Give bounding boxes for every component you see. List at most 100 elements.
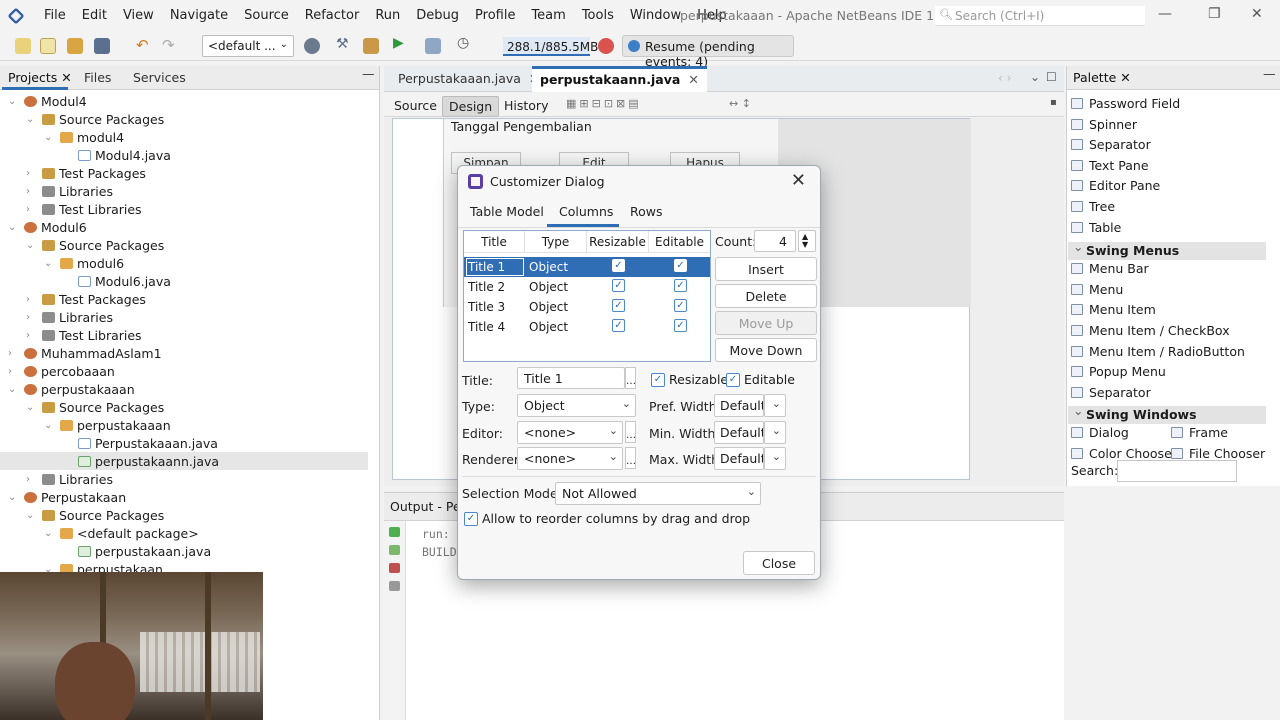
tab-palette[interactable]: Palette ✕: [1073, 70, 1131, 85]
collapsed-chevron-icon[interactable]: ›: [26, 168, 38, 179]
tab-design[interactable]: Design: [442, 96, 500, 117]
editor-select[interactable]: <none> ⌄: [517, 421, 623, 444]
column-header-title[interactable]: Title: [464, 231, 525, 253]
expanded-chevron-icon[interactable]: ⌄: [26, 114, 38, 125]
tree-node[interactable]: › Libraries: [0, 470, 368, 488]
column-title-cell[interactable]: Title 1: [468, 260, 505, 274]
renderer-more-button[interactable]: …: [625, 447, 636, 469]
tree-node[interactable]: › Libraries: [0, 182, 368, 200]
max-width-input[interactable]: Default: [714, 447, 764, 470]
run-icon[interactable]: ▶: [393, 35, 409, 51]
resizable-cell-checkbox[interactable]: ✓: [612, 299, 625, 312]
menu-source[interactable]: Source: [236, 8, 297, 23]
more-tools-icon[interactable]: ▪: [1050, 97, 1057, 108]
column-row[interactable]: Title 4 Object ✓ ✓: [464, 317, 710, 337]
menu-view[interactable]: View: [115, 8, 162, 23]
palette-item-popup-menu[interactable]: Popup Menu: [1071, 364, 1166, 379]
save-all-icon[interactable]: [94, 38, 110, 54]
tree-node[interactable]: ⌄ Perpustakaan: [0, 488, 368, 506]
gc-icon[interactable]: [598, 38, 614, 54]
column-type-cell[interactable]: Object: [529, 260, 568, 274]
tree-node[interactable]: › Test Libraries: [0, 326, 368, 344]
title-input[interactable]: Title 1: [517, 367, 625, 389]
expanded-chevron-icon[interactable]: ⌄: [44, 258, 56, 269]
palette-item-menu-item-radiobutton[interactable]: Menu Item / RadioButton: [1071, 344, 1245, 359]
maximize-editor-icon[interactable]: ☐: [1046, 70, 1057, 84]
tree-node[interactable]: ⌄ Source Packages: [0, 506, 368, 524]
tree-node[interactable]: ⌄ <default package>: [0, 524, 368, 542]
close-button[interactable]: Close: [743, 551, 815, 575]
collapsed-chevron-icon[interactable]: ›: [26, 312, 38, 323]
column-row[interactable]: Title 3 Object ✓ ✓: [464, 297, 710, 317]
close-icon[interactable]: ✕: [791, 170, 806, 191]
clean-build-icon[interactable]: [363, 38, 379, 54]
settings-icon[interactable]: [389, 581, 400, 591]
configuration-select[interactable]: <default ... ⌄: [202, 35, 294, 57]
tab-source[interactable]: Source: [388, 96, 443, 115]
move-down-button[interactable]: Move Down: [715, 338, 817, 362]
tab-files[interactable]: Files: [84, 70, 111, 85]
tab-projects[interactable]: Projects ✕: [8, 70, 72, 85]
tab-table-model[interactable]: Table Model: [470, 204, 544, 219]
tab-list-icon[interactable]: ⌄: [1030, 70, 1040, 84]
tree-node[interactable]: › Test Packages: [0, 164, 368, 182]
tree-node[interactable]: › MuhammadAslam1: [0, 344, 368, 362]
column-row[interactable]: Title 2 Object ✓ ✓: [464, 277, 710, 297]
column-row[interactable]: Title 1 Object ✓ ✓: [464, 257, 710, 277]
ide-search-input[interactable]: 🔍︎ Search (Ctrl+I): [935, 6, 1145, 26]
stop-icon[interactable]: [389, 563, 400, 573]
tree-node[interactable]: › Test Libraries: [0, 200, 368, 218]
column-type-cell[interactable]: Object: [529, 280, 568, 294]
palette-item-editor-pane[interactable]: Editor Pane: [1071, 178, 1160, 193]
collapsed-chevron-icon[interactable]: ›: [26, 186, 38, 197]
close-icon[interactable]: ✕: [688, 72, 698, 87]
column-header-resizable[interactable]: Resizable: [587, 231, 649, 253]
columns-table[interactable]: Title Type Resizable Editable Title 1 Obj…: [463, 230, 711, 362]
tab-history[interactable]: History: [498, 96, 554, 115]
tree-node[interactable]: ⌄ modul4: [0, 128, 368, 146]
tree-node[interactable]: ⌄ perpustakaaan: [0, 380, 368, 398]
min-width-input[interactable]: Default: [714, 421, 764, 444]
palette-item-separator[interactable]: Separator: [1071, 385, 1151, 400]
tree-node[interactable]: perpustakaann.java: [0, 452, 368, 470]
min-width-dropdown[interactable]: ⌄: [764, 421, 786, 444]
editable-checkbox[interactable]: ✓ Editable: [726, 372, 795, 387]
tree-node[interactable]: › percobaaan: [0, 362, 368, 380]
resizable-checkbox[interactable]: ✓ Resizable: [651, 372, 728, 387]
menu-file[interactable]: File: [36, 8, 74, 23]
collapsed-chevron-icon[interactable]: ›: [8, 348, 20, 359]
palette-item-text-pane[interactable]: Text Pane: [1071, 158, 1149, 173]
column-title-cell[interactable]: Title 3: [468, 300, 505, 314]
tab-services[interactable]: Services: [133, 70, 186, 85]
tree-node[interactable]: Modul6.java: [0, 272, 368, 290]
menu-run[interactable]: Run: [367, 8, 408, 23]
expanded-chevron-icon[interactable]: ⌄: [8, 96, 20, 107]
move-up-button[interactable]: Move Up: [715, 311, 817, 335]
type-select[interactable]: Object ⌄: [517, 394, 636, 417]
tree-node[interactable]: ⌄ Modul4: [0, 92, 368, 110]
debug-icon[interactable]: [425, 38, 441, 54]
palette-item-menu-item[interactable]: Menu Item: [1071, 302, 1156, 317]
palette-item-dialog[interactable]: Dialog: [1071, 425, 1129, 440]
tree-node[interactable]: perpustakaan.java: [0, 542, 368, 560]
tree-node[interactable]: ⌄ Modul6: [0, 218, 368, 236]
tree-node[interactable]: › Test Packages: [0, 290, 368, 308]
expanded-chevron-icon[interactable]: ⌄: [44, 528, 56, 539]
collapsed-chevron-icon[interactable]: ›: [26, 204, 38, 215]
expanded-chevron-icon[interactable]: ⌄: [8, 384, 20, 395]
palette-item-password-field[interactable]: Password Field: [1071, 96, 1180, 111]
redo-icon[interactable]: ↷: [162, 36, 178, 54]
pref-width-dropdown[interactable]: ⌄: [764, 394, 786, 417]
tab-columns[interactable]: Columns: [559, 204, 613, 219]
expanded-chevron-icon[interactable]: ⌄: [26, 240, 38, 251]
new-project-icon[interactable]: [15, 38, 31, 54]
editor-more-button[interactable]: …: [625, 421, 636, 443]
close-window-icon[interactable]: ✕: [1251, 6, 1263, 22]
minimize-panel-icon[interactable]: —: [362, 66, 375, 81]
tab-rows[interactable]: Rows: [630, 204, 663, 219]
count-stepper-icon[interactable]: ▲ ▼: [798, 230, 816, 252]
menu-team[interactable]: Team: [523, 8, 573, 23]
max-width-dropdown[interactable]: ⌄: [764, 447, 786, 470]
menu-navigate[interactable]: Navigate: [162, 8, 236, 23]
pref-width-input[interactable]: Default: [714, 394, 764, 417]
